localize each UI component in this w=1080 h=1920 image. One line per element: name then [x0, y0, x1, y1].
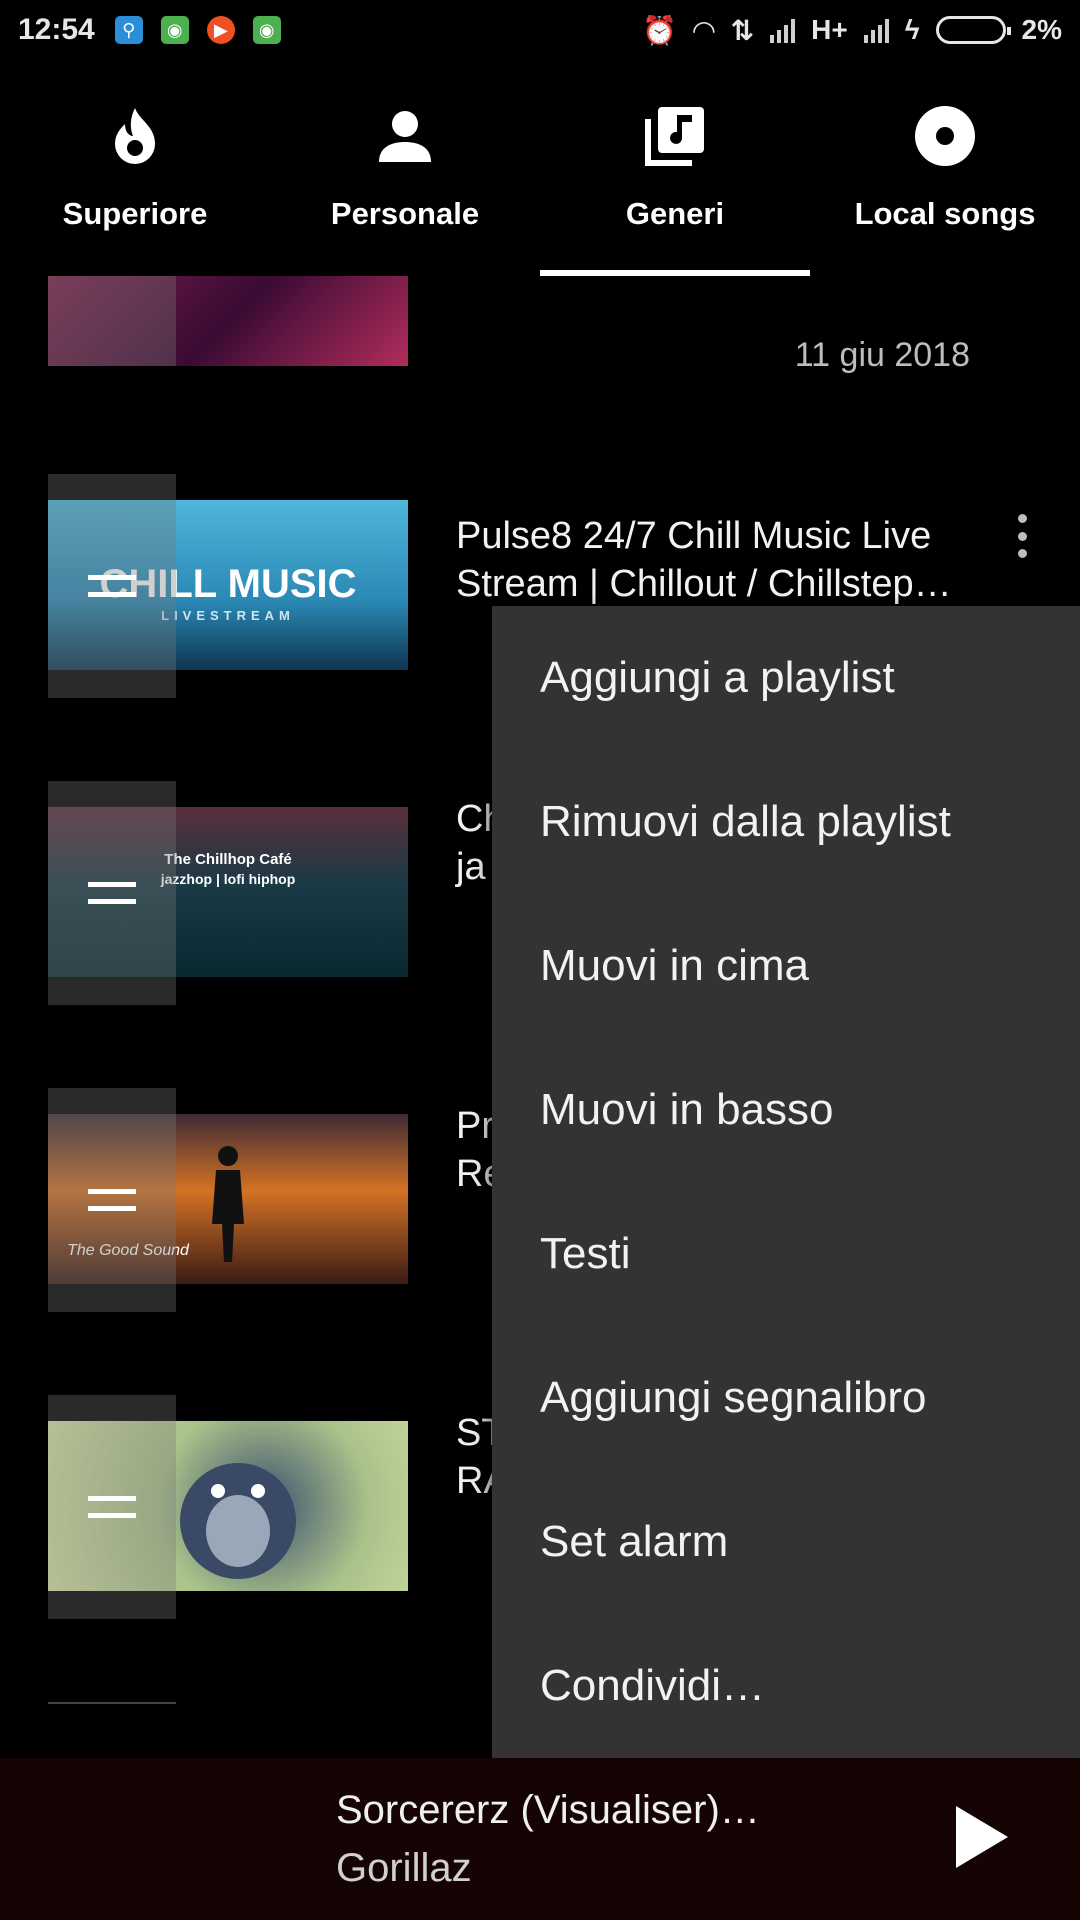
totoro-figure — [180, 1463, 296, 1579]
network-type: H+ — [811, 14, 848, 45]
disc-icon — [913, 104, 977, 168]
status-bar: 12:54 ⚲ ◉ ▶ ◉ ⏰ ◠ ⇅ H+ ϟ 2% — [0, 0, 1080, 60]
more-options-icon[interactable] — [1016, 514, 1028, 558]
youtube-icon: ▶ — [206, 16, 235, 44]
item-date: 11 giu 2018 — [794, 336, 970, 374]
usb-icon: ⚲ — [114, 16, 143, 44]
menu-item-add-bookmark[interactable]: Aggiungi segnalibro — [492, 1326, 1080, 1470]
notification-icons: ⚲ ◉ ▶ ◉ — [114, 16, 281, 44]
player-track-title: Sorcererz (Visualiser)… — [336, 1788, 760, 1832]
drag-handle[interactable] — [48, 781, 176, 1005]
list-divider — [48, 1702, 176, 1704]
menu-item-lyrics[interactable]: Testi — [492, 1182, 1080, 1326]
drag-handle[interactable] — [48, 1088, 176, 1312]
wifi-icon: ◠ — [693, 14, 715, 46]
charging-icon: ϟ — [904, 14, 920, 45]
battery-level: 2% — [1021, 14, 1062, 45]
play-icon[interactable] — [952, 1802, 1012, 1872]
tab-bar: Superiore Personale Generi Local songs — [0, 60, 1080, 276]
list-item[interactable]: 11 giu 2018 — [0, 276, 1080, 446]
tab-label: Local songs — [854, 196, 1036, 231]
status-time: 12:54 — [18, 13, 95, 46]
silhouette-figure — [212, 1146, 244, 1262]
drag-handle[interactable] — [48, 1395, 176, 1619]
tab-label: Generi — [625, 196, 725, 231]
battery-icon — [935, 16, 1011, 44]
item-title: Pulse8 24/7 Chill Music Live Stream | Ch… — [456, 515, 952, 605]
android-icon: ◉ — [252, 16, 281, 44]
drag-handle-icon — [88, 1189, 136, 1211]
status-right: ⏰ ◠ ⇅ H+ ϟ 2% — [642, 14, 1062, 47]
mini-player[interactable]: Sorcererz (Visualiser)… Gorillaz — [0, 1758, 1080, 1920]
android-icon: ◉ — [160, 16, 189, 44]
data-arrows-icon: ⇅ — [730, 14, 755, 46]
tab-local-songs[interactable]: Local songs — [810, 60, 1080, 276]
menu-item-move-to-top[interactable]: Muovi in cima — [492, 894, 1080, 1038]
tab-generi[interactable]: Generi — [540, 60, 810, 276]
menu-item-move-to-bottom[interactable]: Muovi in basso — [492, 1038, 1080, 1182]
flame-icon — [103, 104, 167, 168]
tab-label: Superiore — [62, 196, 208, 231]
drag-handle-icon — [88, 882, 136, 904]
music-library-icon — [643, 104, 707, 168]
tab-personale[interactable]: Personale — [270, 60, 540, 276]
context-menu: Aggiungi a playlist Rimuovi dalla playli… — [492, 606, 1080, 1758]
menu-item-share[interactable]: Condividi… — [492, 1614, 1080, 1758]
tab-superiore[interactable]: Superiore — [0, 60, 270, 276]
signal-icon — [770, 17, 796, 43]
drag-handle-icon — [88, 1496, 136, 1518]
player-artist: Gorillaz — [336, 1846, 472, 1890]
menu-item-add-to-playlist[interactable]: Aggiungi a playlist — [492, 606, 1080, 750]
person-icon — [373, 104, 437, 168]
drag-handle-icon — [88, 575, 136, 597]
alarm-icon: ⏰ — [642, 14, 678, 46]
drag-handle[interactable] — [48, 474, 176, 698]
menu-item-remove-from-playlist[interactable]: Rimuovi dalla playlist — [492, 750, 1080, 894]
menu-item-set-alarm[interactable]: Set alarm — [492, 1470, 1080, 1614]
tab-label: Personale — [330, 196, 480, 231]
drag-handle[interactable] — [48, 276, 176, 366]
signal-icon — [863, 17, 889, 43]
